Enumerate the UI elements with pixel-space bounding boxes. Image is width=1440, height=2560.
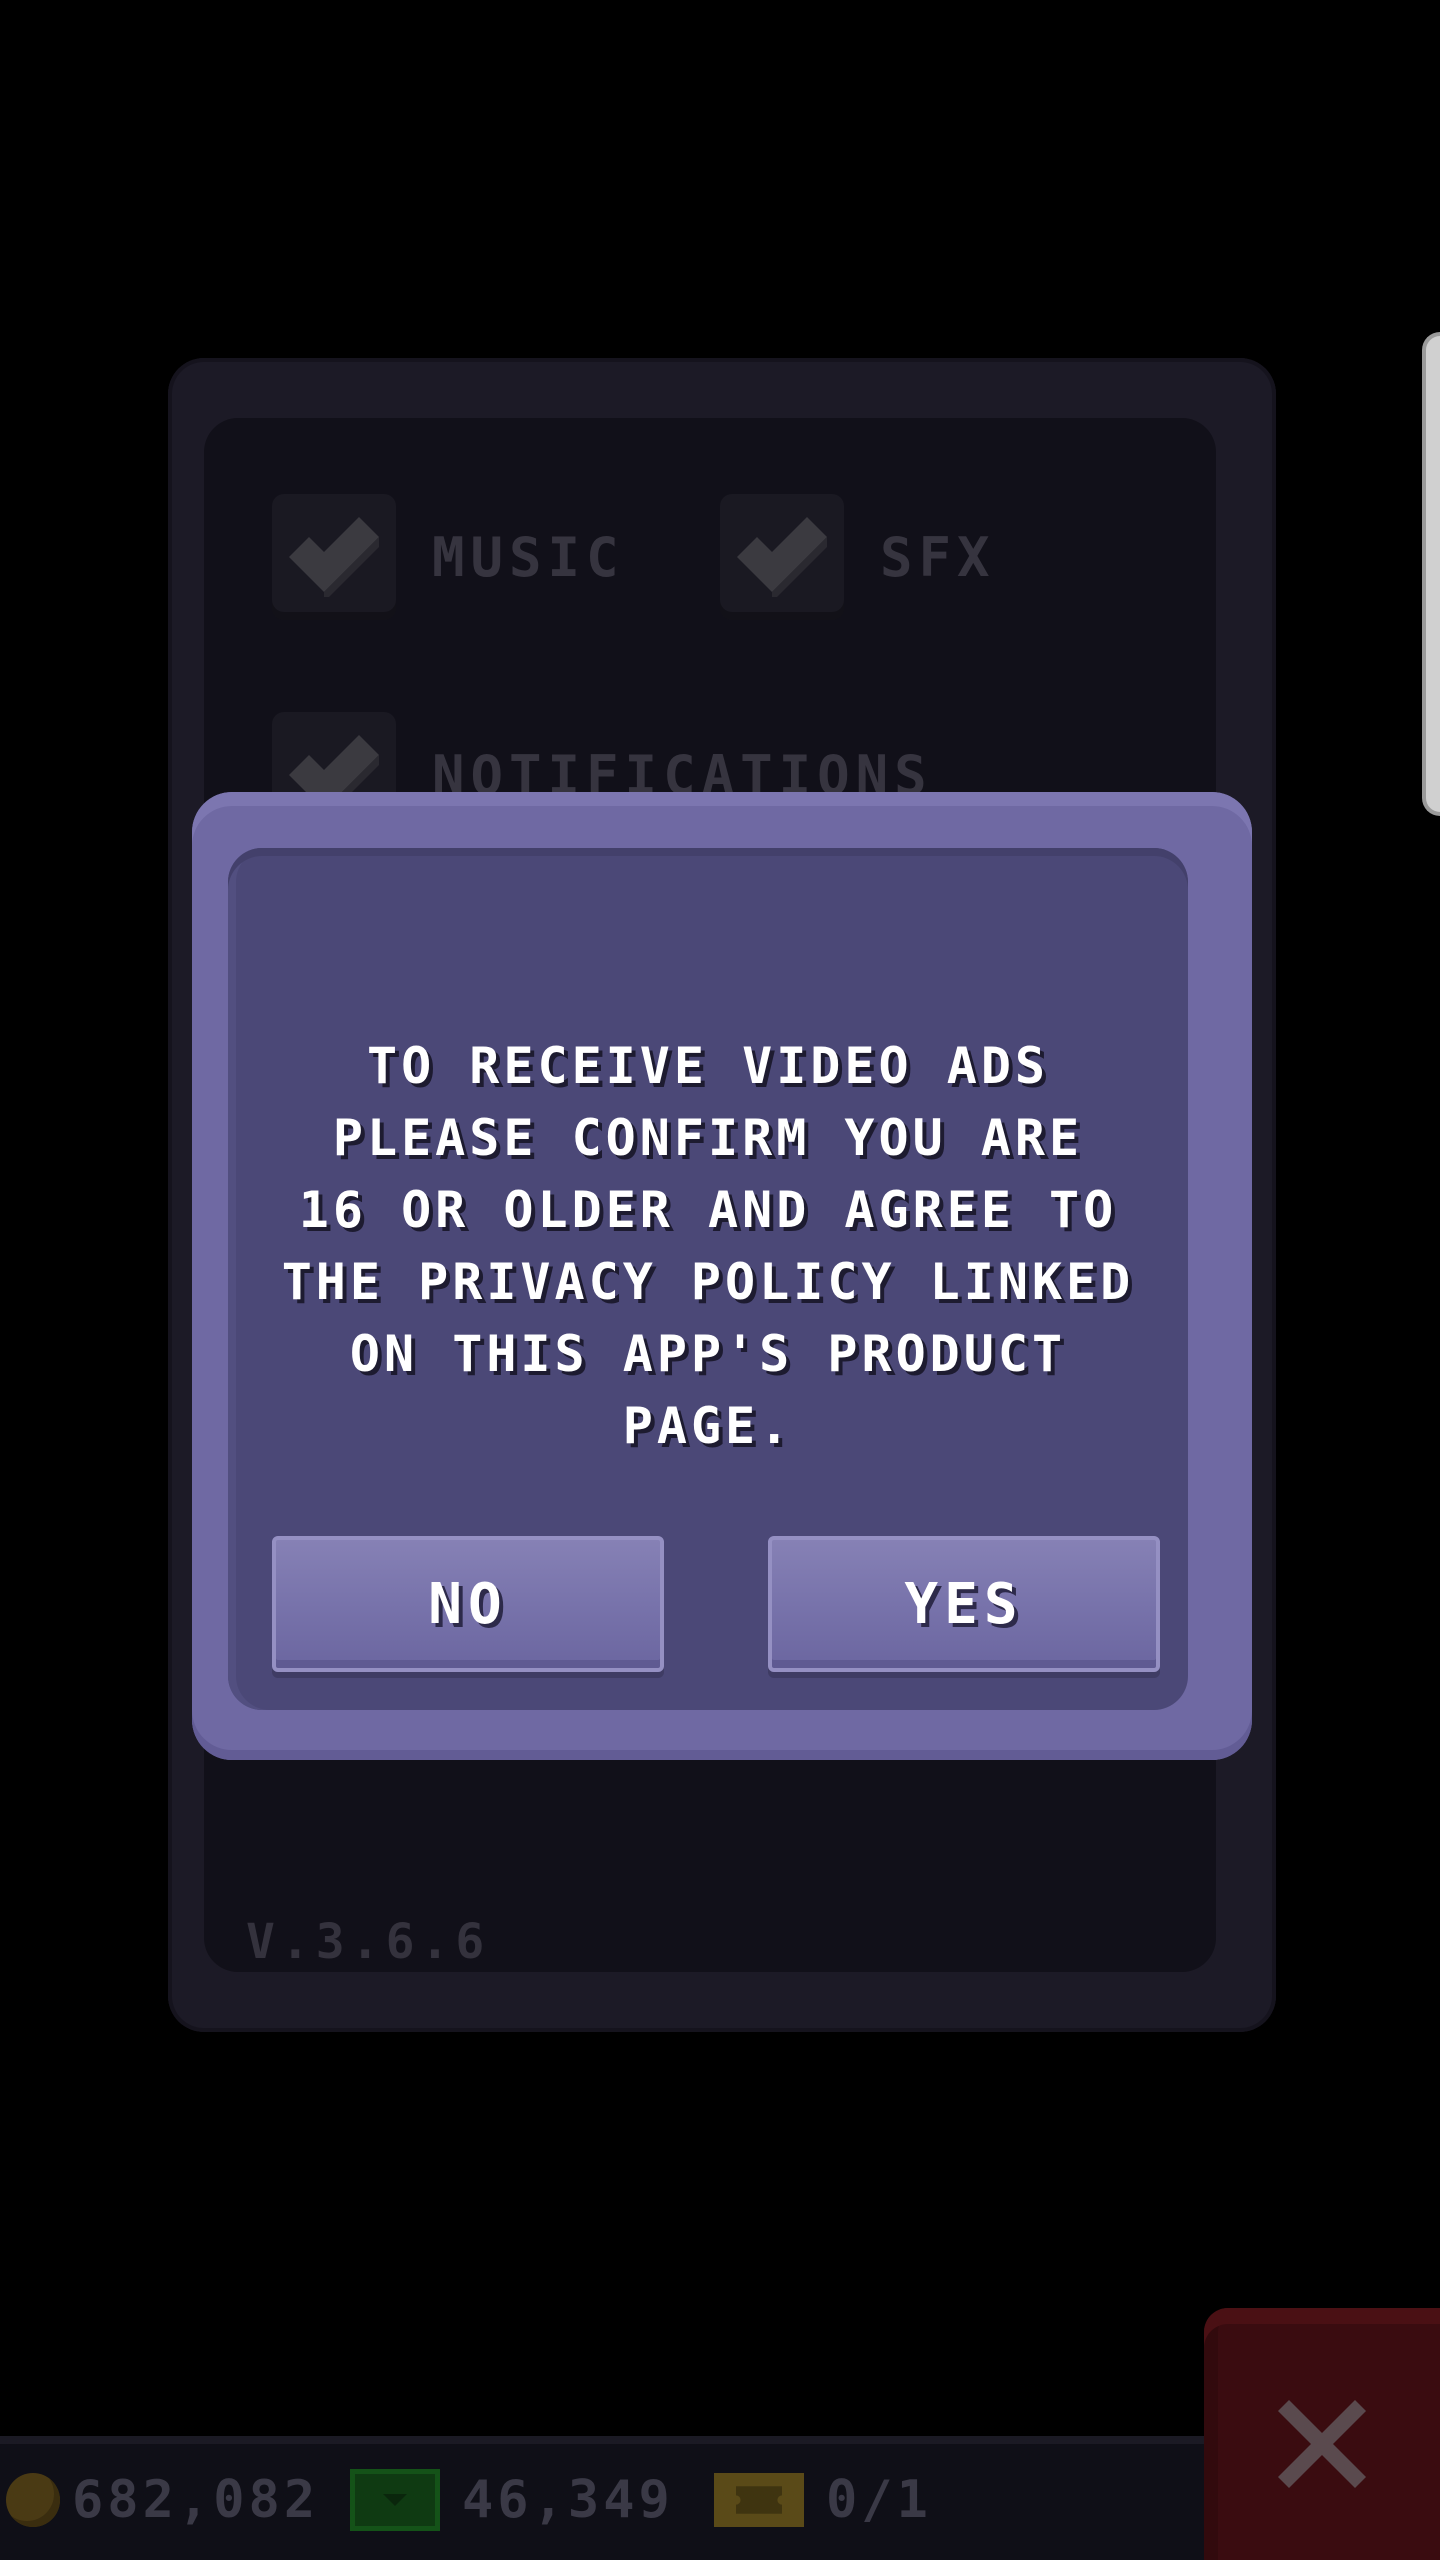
tickets-counter: 0/1 (714, 2460, 932, 2540)
close-button[interactable] (1204, 2308, 1440, 2560)
tickets-value: 0/1 (826, 2470, 932, 2530)
checkmark-icon (737, 517, 827, 597)
sfx-option[interactable]: SFX (720, 494, 996, 620)
sfx-checkbox[interactable] (720, 494, 844, 620)
version-label: V.3.6.6 (246, 1914, 491, 1970)
cash-counter: 46,349 (350, 2460, 674, 2540)
music-label: MUSIC (432, 525, 625, 589)
ticket-icon (714, 2473, 804, 2527)
music-checkbox[interactable] (272, 494, 396, 620)
coins-counter: 682,082 (6, 2460, 319, 2540)
coins-value: 682,082 (72, 2470, 320, 2530)
no-button[interactable]: NO (272, 1536, 664, 1672)
cash-icon (350, 2469, 440, 2531)
close-icon (1278, 2400, 1366, 2488)
music-option[interactable]: MUSIC (272, 494, 625, 620)
cash-value: 46,349 (462, 2470, 674, 2530)
yes-button[interactable]: YES (768, 1536, 1160, 1672)
checkmark-icon (289, 517, 379, 597)
edge-panel-handle[interactable] (1422, 332, 1440, 816)
sfx-label: SFX (880, 525, 996, 589)
consent-message: TO RECEIVE VIDEO ADS PLEASE CONFIRM YOU … (281, 1037, 1135, 1455)
coin-icon (6, 2473, 60, 2527)
